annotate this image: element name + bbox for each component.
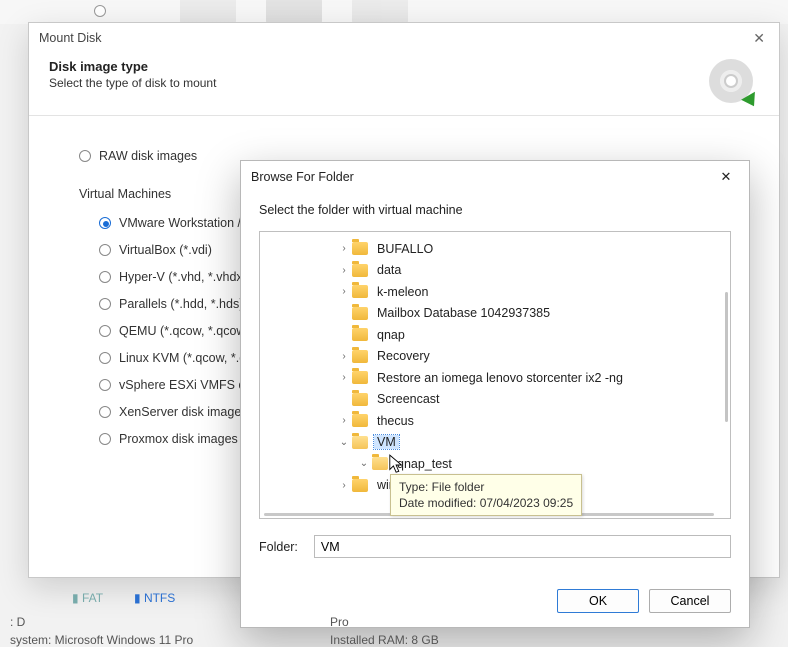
radio-icon xyxy=(99,325,111,337)
chevron-down-icon[interactable]: ⌄ xyxy=(358,458,370,469)
bg-ntfs-label: ▮ NTFS xyxy=(134,591,175,605)
folder-icon xyxy=(352,393,368,406)
chevron-right-icon[interactable]: › xyxy=(338,286,350,297)
tree-node[interactable]: ⌄ VM xyxy=(260,432,730,454)
folder-icon xyxy=(352,264,368,277)
tree-node[interactable]: ›qnap xyxy=(260,324,730,346)
close-icon[interactable]: ✕ xyxy=(713,166,739,188)
chevron-right-icon[interactable]: › xyxy=(338,351,350,362)
tree-node-label: qnap_test xyxy=(394,457,455,471)
folder-icon xyxy=(352,436,368,449)
folder-field-label: Folder: xyxy=(259,540,298,554)
tree-node[interactable]: › k-meleon xyxy=(260,281,730,303)
radio-icon xyxy=(99,244,111,256)
tree-node-label: Restore an iomega lenovo storcenter ix2 … xyxy=(374,371,626,385)
chevron-right-icon[interactable]: › xyxy=(338,415,350,426)
folder-icon xyxy=(352,350,368,363)
close-icon[interactable]: ✕ xyxy=(749,23,769,53)
folder-icon xyxy=(372,457,388,470)
tooltip-type: Type: File folder xyxy=(399,479,573,495)
folder-icon xyxy=(352,307,368,320)
tree-node-label: thecus xyxy=(374,414,417,428)
chevron-right-icon[interactable]: › xyxy=(338,372,350,383)
tree-node-label: data xyxy=(374,263,404,277)
folder-tooltip: Type: File folder Date modified: 07/04/2… xyxy=(390,474,582,516)
tree-node[interactable]: › BUFALLO xyxy=(260,238,730,260)
tree-node-label: Screencast xyxy=(374,392,443,406)
bg-drive-letter: : D xyxy=(10,615,25,629)
radio-label: XenServer disk images xyxy=(119,405,248,419)
tree-node-label: VM xyxy=(374,435,399,449)
tree-node-label: qnap xyxy=(374,328,408,342)
folder-input[interactable] xyxy=(314,535,731,558)
radio-icon xyxy=(79,150,91,162)
chevron-down-icon[interactable]: ⌄ xyxy=(338,437,350,448)
bg-fat-label: ▮ FAT xyxy=(72,591,103,605)
browse-folder-dialog: Browse For Folder ✕ Select the folder wi… xyxy=(240,160,750,628)
tree-node[interactable]: › Restore an iomega lenovo storcenter ix2… xyxy=(260,367,730,389)
folder-icon xyxy=(352,479,368,492)
radio-icon xyxy=(99,352,111,364)
radio-icon xyxy=(99,406,111,418)
tooltip-modified: Date modified: 07/04/2023 09:25 xyxy=(399,495,573,511)
browse-folder-title: Browse For Folder xyxy=(251,170,354,184)
radio-label: RAW disk images xyxy=(99,149,197,163)
chevron-right-icon[interactable]: › xyxy=(338,480,350,491)
folder-icon xyxy=(352,371,368,384)
tree-node[interactable]: ›Screencast xyxy=(260,389,730,411)
radio-icon xyxy=(99,271,111,283)
tree-node[interactable]: ⌄ qnap_test xyxy=(260,453,730,475)
radio-icon xyxy=(99,298,111,310)
background-disk-icons xyxy=(180,0,408,24)
radio-label: Hyper-V (*.vhd, *.vhdx) xyxy=(119,270,247,284)
tree-node-label: BUFALLO xyxy=(374,242,436,256)
mount-disk-subheading: Select the type of disk to mount xyxy=(49,76,216,90)
tree-node-label: k-meleon xyxy=(374,285,431,299)
mount-disk-heading: Disk image type xyxy=(49,59,216,74)
tree-node[interactable]: ›Mailbox Database 1042937385 xyxy=(260,303,730,325)
disc-mount-icon xyxy=(709,59,753,103)
chevron-right-icon[interactable]: › xyxy=(338,265,350,276)
chevron-right-icon[interactable]: › xyxy=(338,243,350,254)
mount-disk-title: Mount Disk xyxy=(39,23,102,53)
background-status-area: ▮ FAT ▮ NTFS : D system: Microsoft Windo… xyxy=(6,591,782,645)
radio-icon xyxy=(99,217,111,229)
radio-label: VirtualBox (*.vdi) xyxy=(119,243,212,257)
bg-radio-dot xyxy=(94,5,106,17)
tree-node[interactable]: › thecus xyxy=(260,410,730,432)
bg-processors: Pro xyxy=(330,615,349,629)
folder-icon xyxy=(352,328,368,341)
browse-folder-instruction: Select the folder with virtual machine xyxy=(241,193,749,231)
tree-node[interactable]: › Recovery xyxy=(260,346,730,368)
tree-node-label: Mailbox Database 1042937385 xyxy=(374,306,553,320)
mount-disk-titlebar[interactable]: Mount Disk ✕ xyxy=(29,23,779,53)
radio-icon xyxy=(99,433,111,445)
radio-label: Proxmox disk images xyxy=(119,432,238,446)
radio-icon xyxy=(99,379,111,391)
vertical-scrollbar-thumb[interactable] xyxy=(725,292,728,422)
radio-label: Parallels (*.hdd, *.hds) xyxy=(119,297,243,311)
tree-node-label: Recovery xyxy=(374,349,433,363)
folder-icon xyxy=(352,285,368,298)
tree-node[interactable]: › data xyxy=(260,260,730,282)
mount-disk-header: Disk image type Select the type of disk … xyxy=(29,53,779,116)
browse-folder-titlebar[interactable]: Browse For Folder ✕ xyxy=(241,161,749,193)
folder-icon xyxy=(352,242,368,255)
folder-icon xyxy=(352,414,368,427)
